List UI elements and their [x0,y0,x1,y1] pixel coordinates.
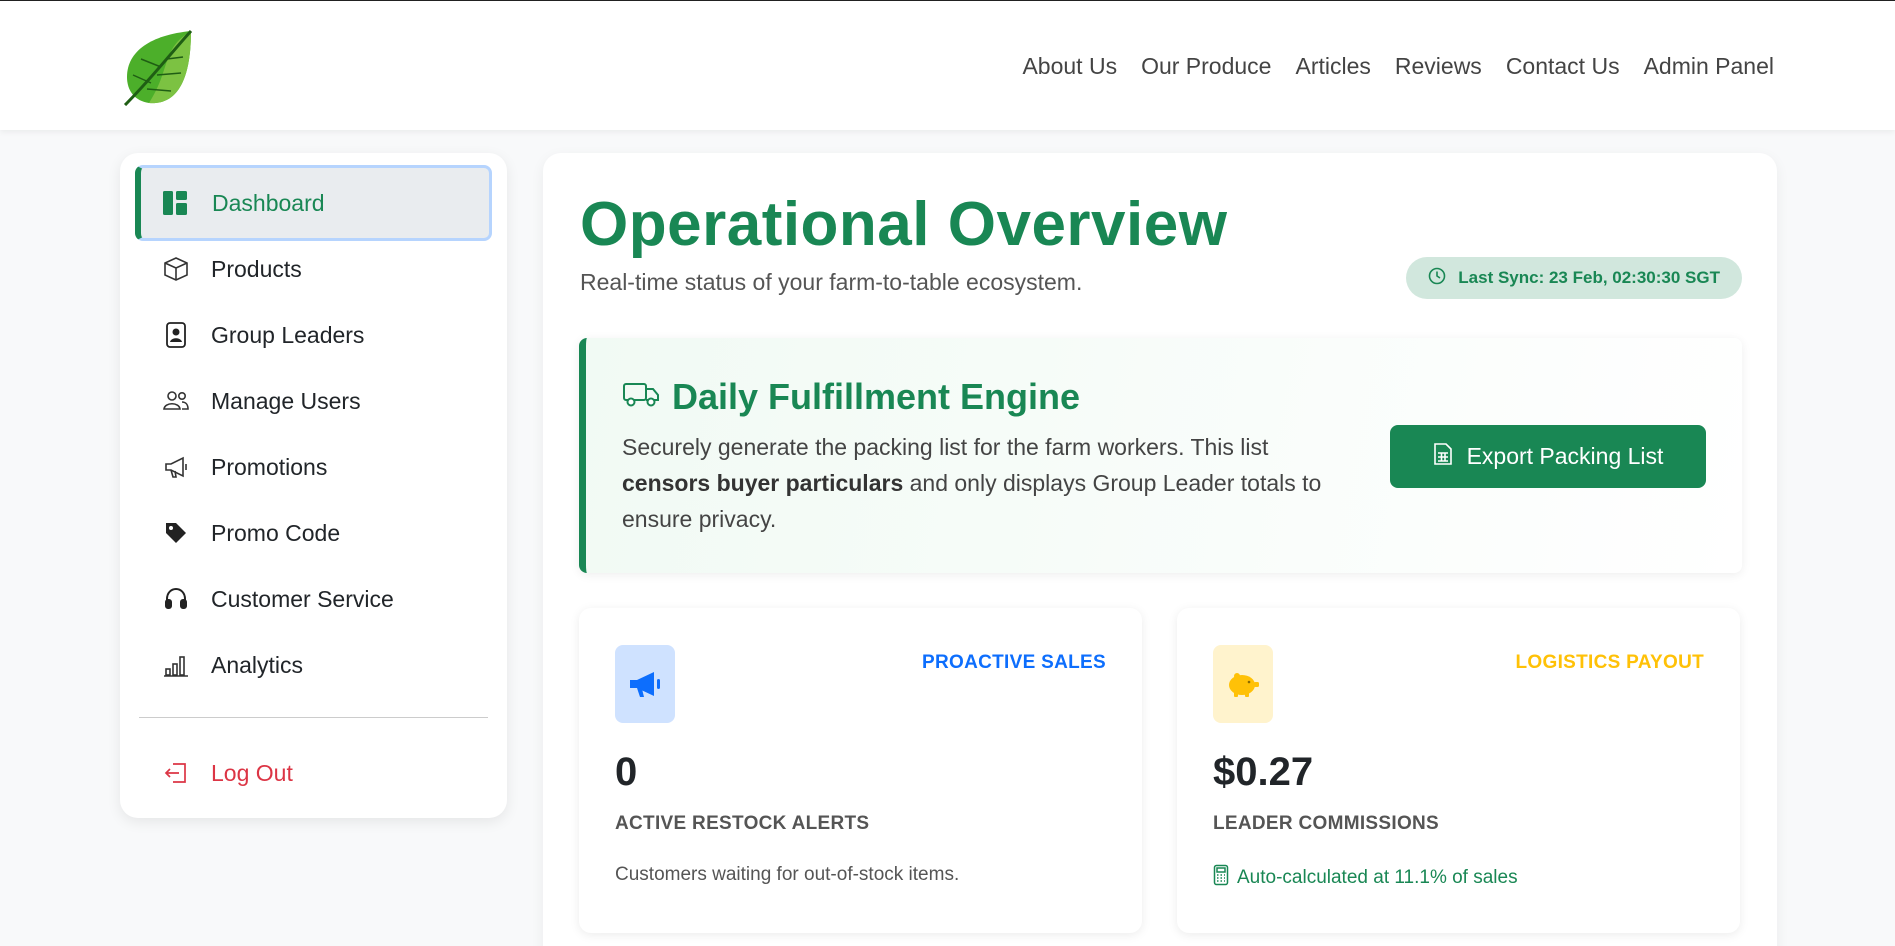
engine-description: Securely generate the packing list for t… [622,429,1342,537]
sidebar-item-customer-service[interactable]: Customer Service [139,566,488,632]
leaf-logo-icon[interactable] [121,29,195,107]
clock-icon [1428,267,1446,290]
logout-icon [161,758,191,788]
dashboard-icon [160,188,190,218]
fulfillment-engine-panel: Daily Fulfillment Engine Securely genera… [579,338,1742,573]
sidebar-item-label: Analytics [211,651,304,678]
sidebar-item-manage-users[interactable]: Manage Users [139,368,488,434]
nav-articles[interactable]: Articles [1295,53,1370,80]
nav-reviews[interactable]: Reviews [1395,53,1482,80]
last-sync-text: Last Sync: 23 Feb, 02:30:30 SGT [1458,268,1720,287]
engine-desc-bold: censors buyer particulars [622,470,904,496]
nav-about-us[interactable]: About Us [1022,53,1117,80]
piggy-bank-icon [1213,645,1273,723]
card-note-text: Customers waiting for out-of-stock items… [615,864,960,885]
sidebar-item-label: Manage Users [211,387,361,414]
person-badge-icon [161,320,191,350]
export-packing-list-button[interactable]: Export Packing List [1390,425,1706,488]
calculator-icon [1213,864,1229,892]
sidebar-item-dashboard[interactable]: Dashboard [135,165,492,241]
sidebar-item-label: Group Leaders [211,321,365,348]
sidebar-item-label: Promotions [211,453,328,480]
sidebar-item-analytics[interactable]: Analytics [139,632,488,698]
page-title: Operational Overview [580,190,1228,259]
card-note: Customers waiting for out-of-stock items… [615,864,959,886]
headset-icon [161,584,191,614]
card-value: $0.27 [1213,750,1314,794]
tag-icon [161,518,191,548]
admin-sidebar: Dashboard Products Group Leaders Manage … [120,153,507,818]
nav-links: About Us Our Produce Articles Reviews Co… [1022,53,1774,80]
nav-our-produce[interactable]: Our Produce [1141,53,1271,80]
sidebar-item-label: Dashboard [212,189,325,216]
engine-title: Daily Fulfillment Engine [622,376,1080,418]
sidebar-item-label: Customer Service [211,585,394,612]
top-navbar: About Us Our Produce Articles Reviews Co… [0,1,1895,130]
card-label: LEADER COMMISSIONS [1213,813,1440,834]
card-label: ACTIVE RESTOCK ALERTS [615,813,870,834]
megaphone-icon [161,452,191,482]
sidebar-item-products[interactable]: Products [139,236,488,302]
sidebar-item-label: Products [211,255,302,282]
card-tag: PROACTIVE SALES [922,652,1106,673]
card-tag: LOGISTICS PAYOUT [1515,652,1704,673]
sidebar-item-group-leaders[interactable]: Group Leaders [139,302,488,368]
logout-label: Log Out [211,759,293,786]
page-subtitle: Real-time status of your farm-to-table e… [580,269,1083,295]
box-icon [161,254,191,284]
engine-title-text: Daily Fulfillment Engine [672,376,1081,417]
restock-alerts-card: PROACTIVE SALES 0 ACTIVE RESTOCK ALERTS … [579,608,1142,933]
sidebar-item-promotions[interactable]: Promotions [139,434,488,500]
megaphone-icon [615,645,675,723]
truck-icon [622,376,660,418]
main-content: Operational Overview Real-time status of… [543,153,1777,946]
bar-chart-icon [161,650,191,680]
people-icon [161,386,191,416]
card-value: 0 [615,750,638,794]
engine-desc-part: Securely generate the packing list for t… [622,434,1269,460]
card-note-text: Auto-calculated at 11.1% of sales [1237,867,1518,888]
sidebar-item-label: Promo Code [211,519,341,546]
nav-admin-panel[interactable]: Admin Panel [1644,53,1774,80]
nav-contact-us[interactable]: Contact Us [1506,53,1620,80]
last-sync-badge: Last Sync: 23 Feb, 02:30:30 SGT [1406,257,1742,299]
export-button-label: Export Packing List [1466,443,1664,469]
sidebar-item-promo-code[interactable]: Promo Code [139,500,488,566]
spreadsheet-icon [1433,442,1453,472]
card-note: Auto-calculated at 11.1% of sales [1213,864,1518,892]
leader-commissions-card: LOGISTICS PAYOUT $0.27 LEADER COMMISSION… [1177,608,1740,933]
sidebar-divider [139,717,488,718]
logout-button[interactable]: Log Out [139,740,488,806]
